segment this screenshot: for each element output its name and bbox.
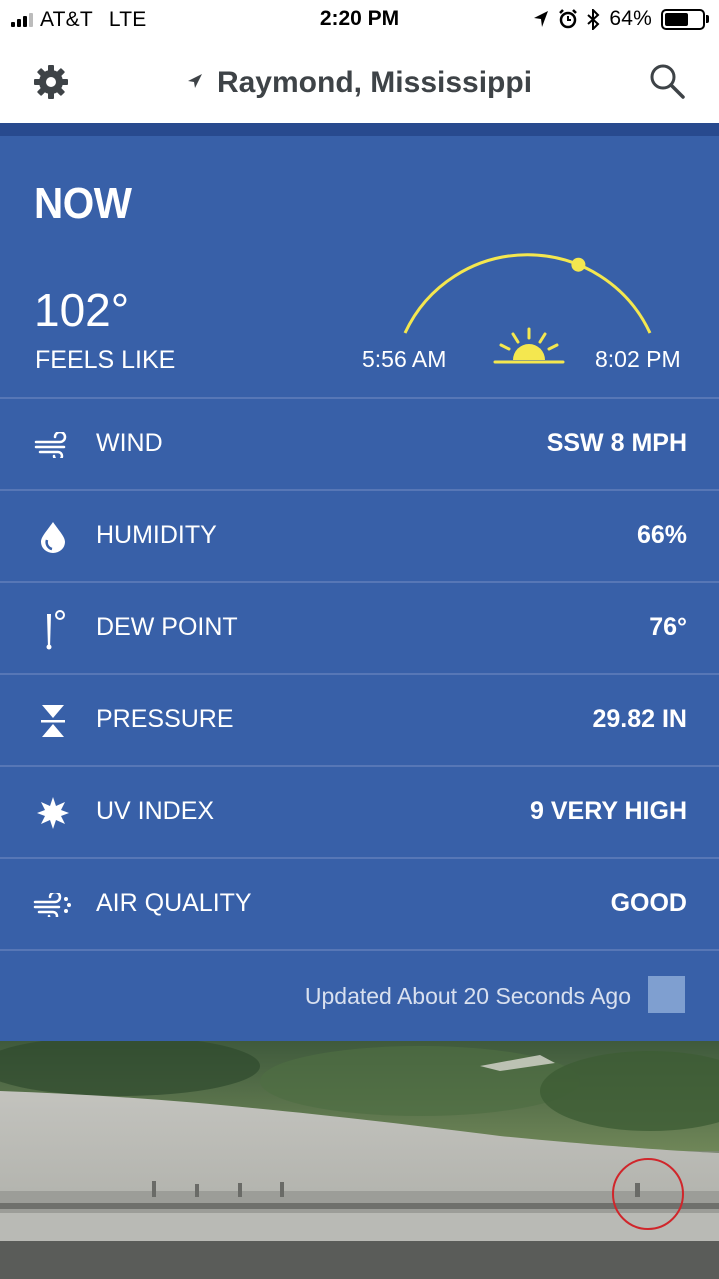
condition-row-uv-index[interactable]: UV INDEX 9 VERY HIGH (0, 765, 719, 857)
location-arrow-icon (187, 74, 202, 89)
feels-like-label: FEELS LIKE (35, 346, 176, 374)
thermometer-icon (33, 583, 73, 675)
condition-row-pressure[interactable]: PRESSURE 29.82 IN (0, 673, 719, 765)
alarm-clock-icon (559, 9, 578, 29)
condition-value: 9 VERY HIGH (530, 797, 687, 825)
feels-like-temperature: 102° (34, 284, 130, 336)
condition-row-air-quality[interactable]: AIR QUALITY GOOD (0, 857, 719, 949)
video-thumbnail-image (0, 1041, 719, 1279)
search-icon[interactable] (648, 62, 686, 100)
condition-label: PRESSURE (96, 705, 234, 733)
current-conditions-panel: NOW 102° FEELS LIKE 5:56 AM 8:02 PM WIND… (0, 123, 719, 1041)
location-title[interactable]: Raymond, Mississippi (0, 66, 719, 100)
bluetooth-icon (587, 8, 600, 30)
condition-label: UV INDEX (96, 797, 215, 825)
updated-timestamp: Updated About 20 Seconds Ago (304, 983, 631, 1009)
air-quality-icon (33, 859, 73, 951)
condition-value: GOOD (610, 889, 687, 917)
condition-row-wind[interactable]: WIND SSW 8 MPH (0, 397, 719, 489)
location-name: Raymond, Mississippi (216, 66, 533, 99)
battery-icon (661, 8, 709, 30)
condition-row-humidity[interactable]: HUMIDITY 66% (0, 489, 719, 581)
sunrise-time: 5:56 AM (362, 346, 447, 372)
status-right: 64% (533, 7, 709, 31)
condition-label: WIND (96, 429, 163, 457)
humidity-drop-icon (33, 491, 73, 583)
condition-value: SSW 8 MPH (546, 429, 687, 457)
nav-bar: Raymond, Mississippi (0, 40, 719, 123)
location-services-icon (534, 11, 549, 27)
condition-value: 66% (636, 521, 687, 549)
condition-label: DEW POINT (96, 613, 238, 641)
video-preview[interactable] (0, 1041, 719, 1279)
panel-top-stripe (0, 123, 719, 136)
pressure-icon (33, 675, 73, 767)
condition-row-dew-point[interactable]: DEW POINT 76° (0, 581, 719, 673)
sunrise-sun-icon (493, 327, 565, 364)
condition-label: HUMIDITY (96, 521, 217, 549)
sun-position-marker (571, 257, 586, 272)
now-title: NOW (34, 179, 132, 228)
status-bar: AT&T LTE 2:20 PM 64% (0, 0, 719, 40)
condition-label: AIR QUALITY (96, 889, 252, 917)
wind-icon (33, 399, 73, 491)
sunset-time: 8:02 PM (595, 346, 681, 372)
weather-channel-logo (648, 976, 685, 1013)
condition-value: 29.82 IN (592, 705, 687, 733)
battery-percent: 64% (609, 7, 652, 30)
condition-value: 76° (649, 613, 687, 641)
uv-sun-icon (33, 767, 73, 859)
